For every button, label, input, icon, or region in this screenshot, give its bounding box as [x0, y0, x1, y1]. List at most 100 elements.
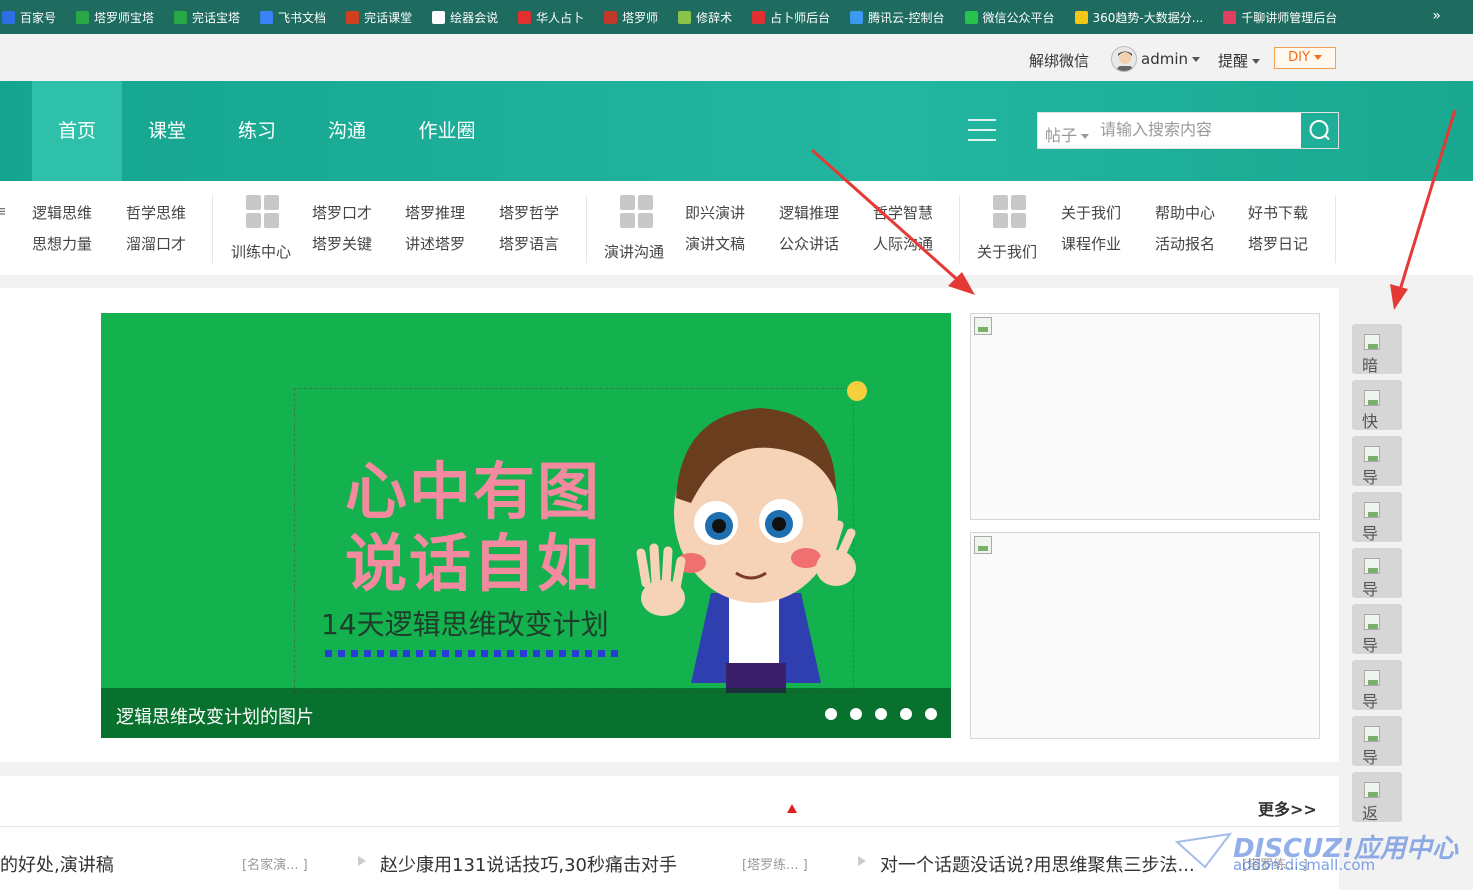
news-title[interactable]: 赵少康用131说话技巧,30秒痛击对手: [380, 851, 677, 877]
bookmark-label: 塔罗师宝塔: [94, 10, 155, 25]
broken-image-icon: [1364, 782, 1380, 798]
float-tool-button[interactable]: 返: [1352, 772, 1402, 822]
submenu-link[interactable]: 塔罗推理: [405, 202, 465, 223]
submenu-link[interactable]: 课程作业: [1061, 233, 1121, 254]
submenu-link[interactable]: 逻辑推理: [779, 202, 839, 223]
bookmark-item[interactable]: 绘器会说: [432, 9, 498, 26]
submenu-group-about[interactable]: 关于我们: [977, 241, 1037, 262]
nav-homework-circle[interactable]: 作业圈: [392, 81, 502, 181]
news-section: 更多>> 的好处,演讲稿 [名家演... ] 赵少康用131说话技巧,30秒痛击…: [0, 776, 1339, 890]
submenu-link[interactable]: 塔罗语言: [499, 233, 559, 254]
submenu-link[interactable]: 活动报名: [1155, 233, 1215, 254]
submenu-link[interactable]: 演讲文稿: [685, 233, 745, 254]
bookmark-item[interactable]: 塔罗师: [604, 9, 658, 26]
side-image-1[interactable]: [970, 313, 1320, 520]
float-tool-label: 导: [1362, 524, 1379, 542]
float-tool-button[interactable]: 导: [1352, 604, 1402, 654]
bookmark-item[interactable]: 微信公众平台: [964, 9, 1055, 26]
slider-dots: [825, 708, 950, 720]
submenu-link[interactable]: 塔罗哲学: [499, 202, 559, 223]
float-tool-button[interactable]: 导: [1352, 548, 1402, 598]
submenu-link[interactable]: 即兴演讲: [685, 202, 745, 223]
submenu-link[interactable]: 好书下载: [1248, 202, 1308, 223]
float-tool-button[interactable]: 快: [1352, 380, 1402, 430]
menu-icon[interactable]: [968, 119, 996, 143]
divider: [959, 195, 960, 263]
bookmark-item[interactable]: 占卜师后台: [752, 9, 830, 26]
side-image-2[interactable]: [970, 532, 1320, 739]
submenu-group-speech[interactable]: 演讲沟通: [604, 241, 664, 262]
submenu-link[interactable]: 关于我们: [1061, 202, 1121, 223]
bookmark-item[interactable]: 完话宝塔: [174, 9, 240, 26]
unbind-wechat-link[interactable]: 解绑微信: [1029, 50, 1089, 71]
search-box: 帖子: [1037, 112, 1339, 149]
submenu-link[interactable]: 哲学思维: [126, 202, 186, 223]
submenu-group-training[interactable]: 训练中心: [231, 241, 291, 262]
search-type-select[interactable]: 帖子: [1045, 122, 1090, 146]
float-tool-label: 导: [1362, 636, 1379, 654]
grid-icon: [620, 195, 654, 229]
slider-dot[interactable]: [850, 708, 862, 720]
submenu-link[interactable]: 塔罗口才: [312, 202, 372, 223]
bookmark-item[interactable]: 塔罗师宝塔: [76, 9, 154, 26]
remind-menu[interactable]: 提醒: [1218, 50, 1261, 71]
banner-dotted-line: [325, 650, 620, 657]
bookmarks-more-button[interactable]: »: [1432, 8, 1441, 24]
avatar[interactable]: [1111, 46, 1137, 72]
news-tag[interactable]: [塔罗练... ]: [742, 854, 808, 873]
bookmark-label: 完话宝塔: [192, 10, 241, 25]
wordpress-icon: [432, 10, 446, 24]
submenu-edge: ≡: [0, 202, 7, 220]
bookmark-item[interactable]: 华人占卜: [518, 9, 584, 26]
bookmark-item[interactable]: 修辞术: [678, 9, 732, 26]
submenu-link[interactable]: 塔罗日记: [1248, 233, 1308, 254]
nav-classroom[interactable]: 课堂: [122, 81, 212, 181]
banner-slider[interactable]: 心中有图 说话自如 14天逻辑思维改变计划 逻辑思维改变计划的图片: [101, 313, 951, 738]
bookmark-label: 完话课堂: [364, 10, 413, 25]
submenu-link[interactable]: 塔罗关键: [312, 233, 372, 254]
bookmark-item[interactable]: 飞书文档: [260, 9, 326, 26]
more-link[interactable]: 更多>>: [1258, 796, 1317, 820]
grid-icon: [246, 195, 280, 229]
search-button[interactable]: [1301, 113, 1338, 148]
search-360-icon: [1074, 10, 1088, 24]
submenu-link[interactable]: 讲述塔罗: [405, 233, 465, 254]
nav-communication[interactable]: 沟通: [302, 81, 392, 181]
bookmark-item[interactable]: 完话课堂: [346, 9, 412, 26]
bookmark-item[interactable]: 360趋势-大数据分...: [1074, 9, 1203, 26]
bookmark-item[interactable]: 腾讯云-控制台: [850, 9, 945, 26]
submenu-link[interactable]: 公众讲话: [779, 233, 839, 254]
username: admin: [1141, 50, 1188, 68]
submenu-link[interactable]: 溜溜口才: [126, 233, 186, 254]
slider-dot[interactable]: [875, 708, 887, 720]
submenu-link[interactable]: 思想力量: [32, 233, 92, 254]
slider-dot[interactable]: [825, 708, 837, 720]
float-tool-button[interactable]: 导: [1352, 660, 1402, 710]
news-title[interactable]: 的好处,演讲稿: [0, 851, 114, 877]
float-tool-label: 导: [1362, 692, 1379, 710]
search-input[interactable]: [1100, 120, 1300, 142]
diy-button[interactable]: DIY: [1274, 47, 1336, 69]
nav-practice[interactable]: 练习: [212, 81, 302, 181]
float-tool-button[interactable]: 导: [1352, 436, 1402, 486]
submenu-link[interactable]: 哲学智慧: [873, 202, 933, 223]
submenu-link[interactable]: 人际沟通: [873, 233, 933, 254]
submenu-link[interactable]: 逻辑思维: [32, 202, 92, 223]
news-title[interactable]: 对一个话题没话说?用思维聚焦三步法...: [880, 851, 1195, 877]
broken-image-icon: [1364, 558, 1380, 574]
bookmark-label: 塔罗师: [622, 10, 659, 25]
news-tag[interactable]: [名家演... ]: [242, 854, 308, 873]
nav-home[interactable]: 首页: [32, 81, 122, 181]
bookmark-item[interactable]: 百家号: [2, 9, 56, 26]
user-menu[interactable]: admin: [1141, 50, 1200, 68]
divider: [212, 195, 213, 263]
bookmark-item[interactable]: 千聊讲师管理后台: [1223, 9, 1337, 26]
float-tool-button[interactable]: 暗: [1352, 324, 1402, 374]
submenu-link[interactable]: 帮助中心: [1155, 202, 1215, 223]
slider-dot[interactable]: [900, 708, 912, 720]
divider: [1335, 195, 1336, 263]
float-tool-button[interactable]: 导: [1352, 716, 1402, 766]
chevron-down-icon: [1313, 55, 1322, 60]
float-tool-button[interactable]: 导: [1352, 492, 1402, 542]
slider-dot[interactable]: [925, 708, 937, 720]
